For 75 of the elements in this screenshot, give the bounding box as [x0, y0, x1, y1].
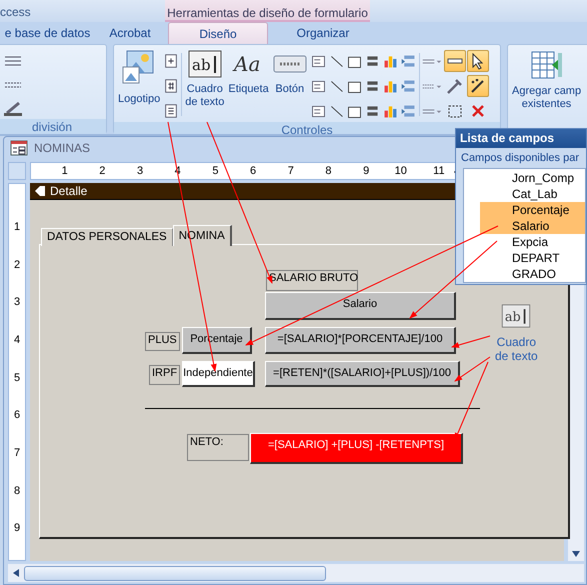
selection-icon [448, 104, 462, 118]
ruler-number: 7 [12, 446, 22, 459]
text-box[interactable]: Independiente [182, 360, 255, 387]
ruler-number: 5 [211, 164, 220, 177]
ribbon-tab[interactable]: e base de datos [0, 22, 95, 44]
ruler-number: 11 [432, 164, 446, 177]
context-tab-group: Herramientas de diseño de formulario [165, 0, 370, 22]
field-item[interactable]: DEPART [480, 250, 585, 266]
ruler-number: 9 [12, 522, 22, 534]
field-label: IRPF [149, 364, 180, 385]
ruler-number: 4 [12, 334, 22, 346]
ruler-number: 8 [324, 164, 332, 177]
text-box-icon: ab [188, 49, 222, 79]
ruler-number: 5 [12, 372, 22, 384]
tool-toggle[interactable] [466, 75, 489, 97]
ribbon-tab[interactable]: Organizar [268, 22, 378, 44]
ruler-corner [8, 162, 26, 180]
tool-toggle[interactable] [466, 50, 489, 72]
ruler-number: 6 [12, 409, 22, 422]
logo-button[interactable]: Logotipo [117, 49, 162, 106]
field-item[interactable]: Cat_Lab [480, 186, 585, 202]
line-format-icon [422, 108, 442, 114]
control-tool-icon [400, 78, 417, 94]
field-item[interactable]: Salario [480, 218, 585, 234]
section-title: Detalle [50, 184, 88, 198]
text-box[interactable]: =[SALARIO]*[PORCENTAJE]/100 [265, 326, 456, 354]
wand-icon [471, 79, 484, 93]
scroll-down-icon [571, 550, 581, 558]
horizontal-scrollbar[interactable] [8, 564, 584, 582]
table-icon [530, 49, 564, 81]
ruler-number: 6 [249, 164, 258, 177]
close-icon [472, 105, 484, 117]
ruler-number: 7 [286, 164, 295, 177]
tool-toggle[interactable] [444, 50, 466, 72]
section-icon [34, 184, 46, 197]
label-button[interactable]: Aa Etiqueta [227, 49, 270, 96]
line-format-icon [422, 82, 442, 90]
tools-icon [447, 78, 462, 94]
ruler-number: 9 [362, 164, 370, 177]
panel-subtitle: Campos disponibles par [460, 151, 580, 166]
control-tool-icon [400, 52, 417, 70]
app-title: ccess [0, 4, 32, 21]
text-box-icon: ab [501, 304, 532, 328]
form-tab[interactable]: DATOS PERSONALES [41, 228, 173, 246]
window-title: NOMINAS [34, 140, 90, 155]
field-item[interactable]: Jorn_Comp [480, 170, 585, 186]
line-format-icon [422, 58, 442, 64]
ruler-number: 3 [136, 164, 144, 177]
text-box[interactable]: =[SALARIO] +[PLUS] -[RETENPTS] [250, 432, 463, 464]
panel-title: Lista de campos [456, 129, 586, 148]
form-icon [10, 140, 28, 156]
ribbon-tab[interactable]: Diseño [168, 22, 268, 44]
ruler-number: 8 [12, 484, 22, 497]
text-box[interactable]: =[RETEN]*([SALARIO]+[PLUS])/100 [265, 360, 460, 387]
ruler-number: 2 [12, 258, 22, 270]
field-item[interactable]: Expcia [480, 234, 585, 250]
scroll-left-icon [12, 568, 20, 578]
field-label: PLUS [145, 332, 180, 351]
rectangle-icon [446, 58, 463, 64]
field-item[interactable]: Porcentaje [480, 202, 585, 218]
ruler-number: 2 [98, 164, 106, 177]
field-item[interactable]: GRADO [480, 266, 585, 282]
pointer-icon [472, 52, 484, 70]
ruler-number: 1 [60, 164, 69, 177]
control-tool-icon [400, 102, 417, 120]
text-box[interactable]: Salario [265, 292, 456, 320]
field-label: NETO: [187, 434, 249, 461]
label-icon: Aa [232, 49, 266, 79]
button-tool-button[interactable]: Botón [272, 49, 308, 96]
ruler-number: 10 [394, 164, 408, 177]
text-box-button[interactable]: ab Cuadro de texto [184, 49, 226, 109]
ruler-number: 3 [12, 296, 22, 308]
annotation-text: Cuadro de texto [495, 335, 538, 363]
ribbon-tab[interactable]: Acrobat [95, 22, 165, 44]
ruler-number: 1 [12, 220, 22, 233]
